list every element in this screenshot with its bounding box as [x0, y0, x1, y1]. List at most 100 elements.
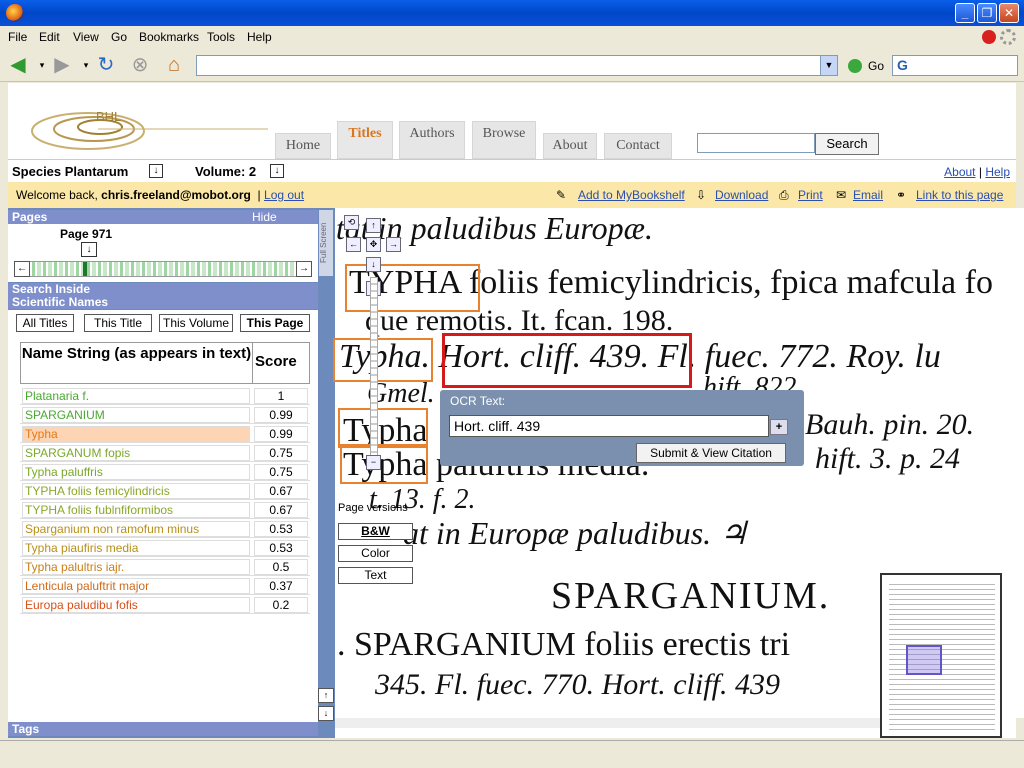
pan-left-icon[interactable]: ←: [346, 237, 361, 252]
email-link[interactable]: Email: [853, 188, 883, 202]
menu-view[interactable]: View: [73, 30, 99, 44]
page-thumbnail-navigator[interactable]: [880, 573, 1002, 738]
link-to-page-link[interactable]: Link to this page: [916, 188, 1003, 202]
name-string-cell[interactable]: SPARGANIUM: [22, 407, 250, 423]
minimize-button[interactable]: _: [955, 3, 975, 23]
scroll-up-icon[interactable]: ↑: [318, 688, 334, 703]
version-text-button[interactable]: Text: [338, 567, 413, 584]
table-row[interactable]: Platanaria f. 1: [20, 386, 310, 405]
menu-edit[interactable]: Edit: [39, 30, 60, 44]
version-bw-button[interactable]: B&W: [338, 523, 413, 540]
submit-view-citation-button[interactable]: Submit & View Citation: [636, 443, 786, 463]
table-row[interactable]: Typha piaufiris media 0.53: [20, 538, 310, 557]
maximize-button[interactable]: ❐: [977, 3, 997, 23]
tab-home[interactable]: Home: [275, 133, 331, 159]
ocr-selection-box[interactable]: [442, 333, 692, 388]
zoom-out-icon[interactable]: −: [366, 455, 381, 470]
table-row[interactable]: Lenticula paluftrit major 0.37: [20, 576, 310, 595]
strip-left-arrow-icon[interactable]: ←: [14, 261, 30, 277]
name-string-cell[interactable]: Platanaria f.: [22, 388, 250, 404]
pan-up-icon[interactable]: ↑: [366, 218, 381, 233]
name-string-cell[interactable]: TYPHA foliis femicylindricis: [22, 483, 250, 499]
hide-button[interactable]: Hide: [252, 210, 277, 224]
table-row[interactable]: Typha paluffris 0.75: [20, 462, 310, 481]
tab-authors[interactable]: Authors: [399, 121, 465, 159]
strip-right-arrow-icon[interactable]: →: [296, 261, 312, 277]
site-search-button[interactable]: Search: [815, 133, 879, 155]
volume-dropdown-icon[interactable]: ↓: [270, 164, 284, 178]
menu-tools[interactable]: Tools: [207, 30, 235, 44]
viewer-horizontal-scrollbar[interactable]: [335, 718, 880, 728]
ocr-text-input[interactable]: Hort. cliff. 439: [449, 415, 769, 437]
tab-about[interactable]: About: [543, 133, 597, 159]
name-string-cell[interactable]: Typha paluffris: [22, 464, 250, 480]
pan-right-icon[interactable]: →: [386, 237, 401, 252]
google-icon: G: [897, 57, 908, 73]
filter-this-title[interactable]: This Title: [84, 314, 152, 332]
web-search-box[interactable]: G: [892, 55, 1018, 76]
back-arrow-icon[interactable]: ◀: [6, 54, 30, 76]
go-button[interactable]: Go: [868, 59, 884, 73]
book-title-row: Species Plantarum ↓ Volume: 2 ↓ About | …: [8, 159, 1016, 182]
reload-icon[interactable]: ↻: [94, 54, 118, 76]
version-color-button[interactable]: Color: [338, 545, 413, 562]
filter-this-page[interactable]: This Page: [240, 314, 310, 332]
tags-header[interactable]: Tags: [8, 722, 318, 736]
title-dropdown-icon[interactable]: ↓: [149, 164, 163, 178]
filter-all-titles[interactable]: All Titles: [16, 314, 74, 332]
menu-bookmarks[interactable]: Bookmarks: [139, 30, 199, 44]
name-string-cell[interactable]: Typha piaufiris media: [22, 540, 250, 556]
table-row[interactable]: Europa paludibu fofis 0.2: [20, 595, 310, 614]
stop-icon[interactable]: ⊗: [128, 54, 152, 76]
table-row[interactable]: Sparganium non ramofum minus 0.53: [20, 519, 310, 538]
go-icon[interactable]: [848, 59, 862, 73]
site-search-input[interactable]: [697, 133, 815, 153]
table-row[interactable]: TYPHA foliis femicylindricis 0.67: [20, 481, 310, 500]
table-row[interactable]: SPARGANUM fopis 0.75: [20, 443, 310, 462]
scientific-names-header[interactable]: Scientific Names: [8, 296, 318, 309]
home-icon[interactable]: ⌂: [162, 54, 186, 76]
add-to-bookshelf-link[interactable]: Add to MyBookshelf: [578, 188, 685, 202]
tab-titles[interactable]: Titles: [337, 121, 393, 159]
about-link[interactable]: About: [944, 165, 975, 179]
name-string-cell[interactable]: Typha: [22, 426, 250, 442]
logout-link[interactable]: Log out: [264, 188, 304, 202]
name-string-cell[interactable]: Europa paludibu fofis: [22, 597, 250, 613]
table-row[interactable]: Typha 0.99: [20, 424, 310, 443]
zoom-fit-icon[interactable]: ✥: [366, 237, 381, 252]
ocr-expand-button[interactable]: +: [770, 419, 788, 435]
thumbnail-viewport-box[interactable]: [906, 645, 942, 675]
forward-arrow-icon[interactable]: ▶: [50, 54, 74, 76]
stop-loading-icon[interactable]: [982, 30, 996, 44]
scroll-down-icon[interactable]: ↓: [318, 706, 334, 721]
table-row[interactable]: TYPHA foliis fublnfiformibos 0.67: [20, 500, 310, 519]
name-string-cell[interactable]: Lenticula paluftrit major: [22, 578, 250, 594]
menu-file[interactable]: File: [8, 30, 27, 44]
url-dropdown-icon[interactable]: ▼: [820, 56, 837, 75]
name-string-cell[interactable]: SPARGANUM fopis: [22, 445, 250, 461]
help-link[interactable]: Help: [985, 165, 1010, 179]
name-string-cell[interactable]: TYPHA foliis fublnfiformibos: [22, 502, 250, 518]
page-dropdown-icon[interactable]: ↓: [81, 242, 97, 257]
tab-browse[interactable]: Browse: [472, 121, 536, 159]
table-row[interactable]: Typha palultris iajr. 0.5: [20, 557, 310, 576]
name-string-cell[interactable]: Typha palultris iajr.: [22, 559, 250, 575]
rotate-icon[interactable]: ⟲: [344, 215, 359, 230]
pan-down-icon[interactable]: ↓: [366, 257, 381, 272]
tab-contact[interactable]: Contact: [604, 133, 672, 159]
scientific-names-panel: All Titles This Title This Volume This P…: [8, 310, 318, 722]
menu-help[interactable]: Help: [247, 30, 272, 44]
filter-this-volume[interactable]: This Volume: [159, 314, 233, 332]
table-row[interactable]: SPARGANIUM 0.99: [20, 405, 310, 424]
scan-line-13: SPARGANIUM.: [551, 575, 831, 617]
close-button[interactable]: ✕: [999, 3, 1019, 23]
menu-go[interactable]: Go: [111, 30, 127, 44]
download-link[interactable]: Download: [715, 188, 768, 202]
print-link[interactable]: Print: [798, 188, 823, 202]
url-bar[interactable]: [196, 55, 838, 76]
full-screen-toggle[interactable]: Full Screen: [319, 210, 333, 276]
zoom-slider[interactable]: [370, 277, 378, 457]
bhl-logo-icon[interactable]: [28, 103, 268, 151]
page-thumbnail-strip[interactable]: ← →: [14, 261, 312, 277]
name-string-cell[interactable]: Sparganium non ramofum minus: [22, 521, 250, 537]
